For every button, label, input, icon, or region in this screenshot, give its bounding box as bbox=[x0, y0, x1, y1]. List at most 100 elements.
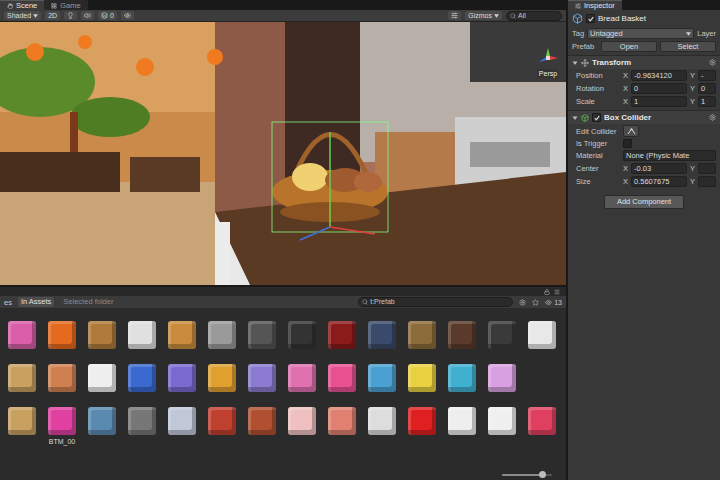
asset-item[interactable] bbox=[364, 404, 400, 446]
asset-item[interactable] bbox=[364, 318, 400, 349]
add-component-button[interactable]: Add Component bbox=[604, 195, 684, 209]
effects-dropdown[interactable]: 0 bbox=[98, 11, 117, 20]
projection-label[interactable]: Persp bbox=[537, 69, 559, 78]
active-checkbox[interactable] bbox=[586, 14, 595, 23]
asset-item[interactable] bbox=[324, 361, 360, 392]
axis-label[interactable]: Y bbox=[690, 97, 695, 106]
hierarchy-search[interactable]: All bbox=[506, 11, 562, 21]
view-tab[interactable]: Scene bbox=[0, 0, 44, 10]
edit-collider-button[interactable] bbox=[623, 125, 639, 137]
hidden-count[interactable]: 13 bbox=[545, 299, 562, 306]
asset-item[interactable] bbox=[324, 404, 360, 446]
asset-item[interactable] bbox=[484, 361, 520, 392]
tag-dropdown[interactable]: Untagged bbox=[587, 28, 694, 39]
number-field[interactable]: 0.5607675 bbox=[631, 176, 687, 187]
asset-item[interactable] bbox=[4, 318, 40, 349]
asset-item[interactable] bbox=[4, 404, 40, 446]
trigger-checkbox[interactable] bbox=[623, 139, 632, 148]
asset-item[interactable] bbox=[124, 404, 160, 446]
favorite-icon[interactable] bbox=[532, 299, 539, 306]
axis-label[interactable]: Y bbox=[690, 71, 695, 80]
search-scope[interactable]: Selected folder bbox=[60, 297, 116, 307]
component-settings-icon[interactable] bbox=[709, 114, 716, 121]
asset-item[interactable] bbox=[244, 404, 280, 446]
asset-item[interactable] bbox=[84, 404, 120, 446]
number-field[interactable]: - bbox=[698, 70, 716, 81]
shading-dropdown[interactable]: Shaded bbox=[4, 11, 41, 20]
asset-item[interactable] bbox=[284, 404, 320, 446]
axis-label[interactable]: X bbox=[623, 84, 628, 93]
axis-label[interactable]: X bbox=[623, 164, 628, 173]
asset-item[interactable] bbox=[164, 361, 200, 392]
scene-gizmo[interactable]: Persp bbox=[536, 46, 560, 78]
asset-item[interactable] bbox=[204, 404, 240, 446]
asset-item[interactable] bbox=[204, 361, 240, 392]
asset-item[interactable]: BTM_00 bbox=[44, 404, 80, 446]
filter-type-icon[interactable] bbox=[519, 299, 526, 306]
asset-item[interactable] bbox=[124, 361, 160, 392]
axis-label[interactable]: Y bbox=[690, 177, 695, 186]
asset-item[interactable] bbox=[404, 361, 440, 392]
visibility-toggle[interactable] bbox=[121, 11, 134, 20]
project-search[interactable]: t:Prefab bbox=[358, 297, 513, 307]
axis-label[interactable]: Y bbox=[690, 164, 695, 173]
axis-label[interactable]: X bbox=[623, 97, 628, 106]
lighting-toggle[interactable] bbox=[64, 11, 77, 20]
axis-label[interactable]: X bbox=[623, 177, 628, 186]
component-header[interactable]: Box Collider bbox=[568, 110, 720, 124]
menu-icon[interactable] bbox=[554, 289, 560, 295]
axis-label[interactable]: Y bbox=[690, 84, 695, 93]
number-field[interactable] bbox=[698, 163, 716, 174]
asset-item[interactable] bbox=[284, 361, 320, 392]
asset-item[interactable] bbox=[484, 318, 520, 349]
asset-item[interactable] bbox=[244, 318, 280, 349]
number-field[interactable] bbox=[698, 176, 716, 187]
prefab-button[interactable]: Select bbox=[660, 41, 716, 52]
asset-item[interactable] bbox=[164, 404, 200, 446]
asset-item[interactable] bbox=[244, 361, 280, 392]
number-field[interactable]: 1 bbox=[631, 96, 687, 107]
folder-breadcrumb[interactable]: es bbox=[4, 298, 12, 307]
asset-item[interactable] bbox=[444, 361, 480, 392]
view-tab[interactable]: Game bbox=[44, 0, 87, 10]
lock-icon[interactable] bbox=[544, 289, 550, 295]
scene-viewport[interactable]: Persp bbox=[0, 22, 566, 285]
asset-item[interactable] bbox=[444, 404, 480, 446]
search-scope[interactable]: In Assets bbox=[18, 297, 54, 307]
asset-item[interactable] bbox=[44, 361, 80, 392]
asset-item[interactable] bbox=[324, 318, 360, 349]
tools-toggle[interactable] bbox=[448, 11, 461, 20]
foldout-arrow-icon[interactable] bbox=[572, 60, 578, 66]
object-field[interactable]: None (Physic Mate bbox=[623, 150, 716, 161]
asset-item[interactable] bbox=[364, 361, 400, 392]
inspector-tab[interactable]: Inspector bbox=[568, 0, 622, 10]
asset-item[interactable] bbox=[524, 404, 560, 446]
number-field[interactable]: -0.9634120 bbox=[631, 70, 687, 81]
audio-toggle[interactable] bbox=[81, 11, 94, 20]
asset-item[interactable] bbox=[164, 318, 200, 349]
number-field[interactable]: 0 bbox=[698, 83, 716, 94]
component-enabled-checkbox[interactable] bbox=[592, 113, 601, 122]
prefab-button[interactable]: Open bbox=[601, 41, 657, 52]
number-field[interactable]: 1 bbox=[698, 96, 716, 107]
number-field[interactable]: -0.03 bbox=[631, 163, 687, 174]
gizmos-dropdown[interactable]: Gizmos bbox=[465, 11, 502, 20]
object-name[interactable]: Bread Basket bbox=[598, 14, 646, 23]
asset-item[interactable] bbox=[84, 318, 120, 349]
number-field[interactable]: 0 bbox=[631, 83, 687, 94]
asset-item[interactable] bbox=[404, 318, 440, 349]
asset-item[interactable] bbox=[404, 404, 440, 446]
asset-item[interactable] bbox=[4, 361, 40, 392]
asset-item[interactable] bbox=[124, 318, 160, 349]
asset-item[interactable] bbox=[84, 361, 120, 392]
2d-toggle[interactable]: 2D bbox=[45, 11, 60, 20]
zoom-slider[interactable] bbox=[502, 474, 552, 476]
asset-item[interactable] bbox=[44, 318, 80, 349]
asset-item[interactable] bbox=[444, 318, 480, 349]
asset-item[interactable] bbox=[204, 318, 240, 349]
asset-item[interactable] bbox=[284, 318, 320, 349]
component-header[interactable]: Transform bbox=[568, 55, 720, 69]
component-settings-icon[interactable] bbox=[709, 59, 716, 66]
zoom-slider-thumb[interactable] bbox=[539, 471, 546, 478]
foldout-arrow-icon[interactable] bbox=[572, 115, 578, 121]
